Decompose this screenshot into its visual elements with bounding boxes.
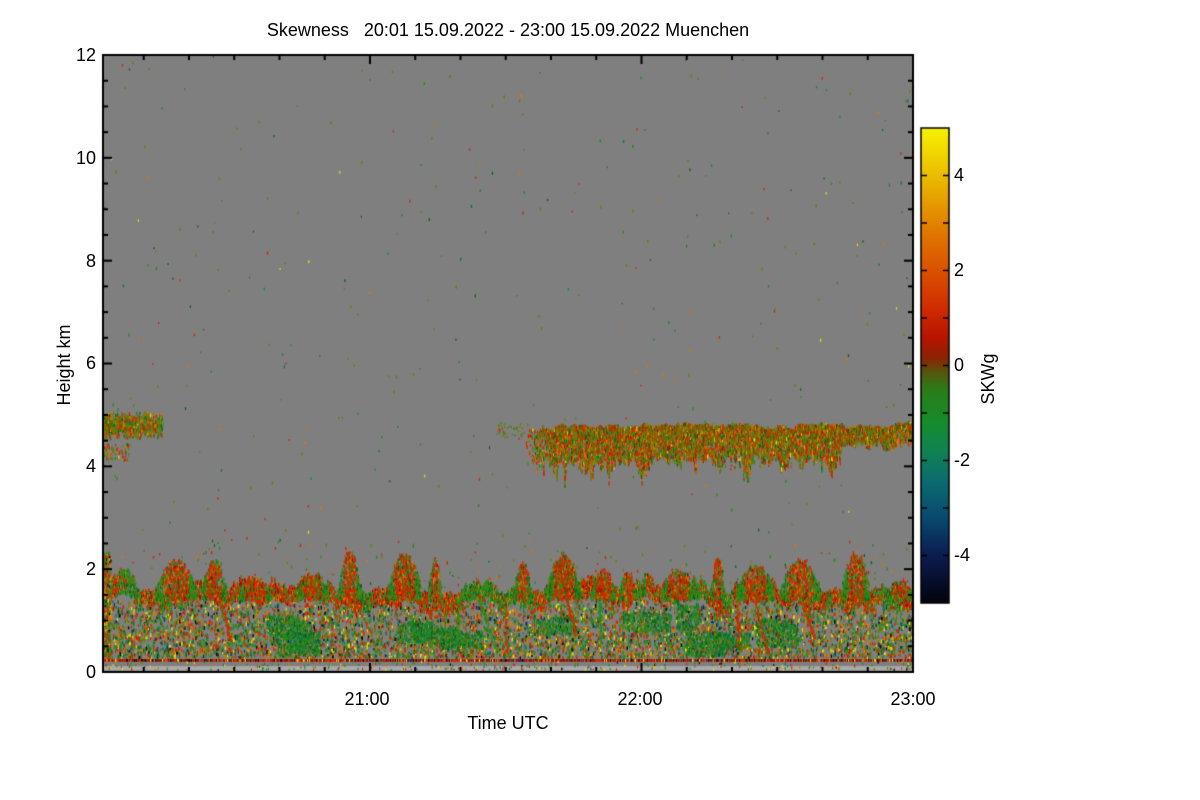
skewness-heatmap-figure: Skewness 20:01 15.09.2022 - 23:00 15.09.… xyxy=(0,0,1200,800)
plot-title: Skewness 20:01 15.09.2022 - 23:00 15.09.… xyxy=(266,20,750,40)
colorbar-tick-label: 4 xyxy=(954,165,965,185)
y-axis-title: Height km xyxy=(54,324,74,406)
y-tick-label: 4 xyxy=(85,456,96,476)
colorbar-tick-label: -2 xyxy=(954,450,971,470)
x-tick-label: 23:00 xyxy=(890,689,936,709)
y-tick-label: 0 xyxy=(85,662,96,682)
y-tick-label: 12 xyxy=(75,45,96,65)
y-tick-label: 2 xyxy=(85,559,96,579)
colorbar-title: SKWg xyxy=(978,353,998,405)
colorbar-tick-label: -4 xyxy=(954,545,971,565)
x-axis-title: Time UTC xyxy=(467,713,549,733)
y-tick-label: 10 xyxy=(75,148,96,168)
x-tick-label: 22:00 xyxy=(617,689,663,709)
y-tick-label: 8 xyxy=(85,251,96,271)
x-tick-label: 21:00 xyxy=(344,689,390,709)
plot-canvas xyxy=(0,0,1200,800)
colorbar-tick-label: 2 xyxy=(954,260,965,280)
